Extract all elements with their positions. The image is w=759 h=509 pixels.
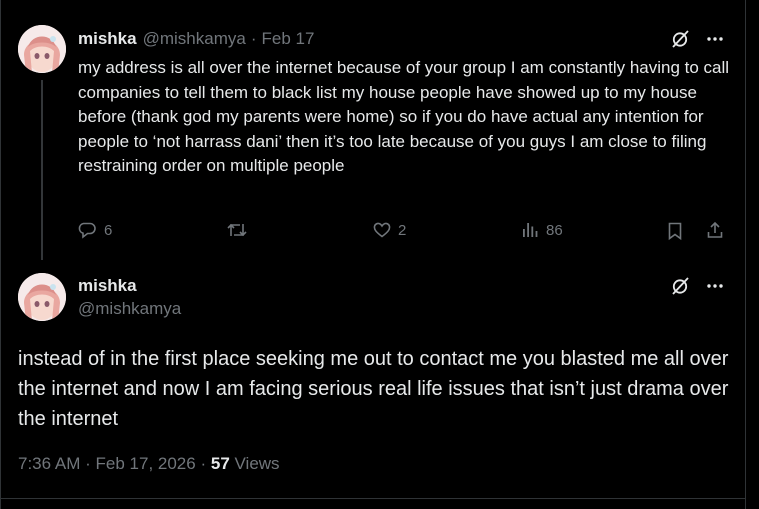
reply-icon: [78, 220, 98, 240]
views-label: Views: [234, 454, 280, 473]
like-count: 2: [398, 221, 407, 239]
avatar[interactable]: [18, 273, 66, 321]
reply-count: 6: [104, 221, 113, 239]
like-button[interactable]: 2: [372, 220, 406, 240]
more-icon[interactable]: [704, 28, 726, 50]
right-border: [745, 0, 746, 509]
left-border: [0, 0, 1, 509]
views-icon: [520, 220, 540, 240]
tweet-meta: 7:36 AM · Feb 17, 2026 · 57 Views: [18, 454, 280, 474]
display-name[interactable]: mishka: [78, 29, 137, 49]
handle[interactable]: @mishkamya: [78, 299, 181, 319]
share-icon[interactable]: [705, 220, 725, 240]
reply-button[interactable]: 6: [78, 220, 112, 240]
tweet-date[interactable]: Feb 17: [262, 29, 315, 49]
grok-icon[interactable]: [669, 275, 691, 297]
like-icon: [372, 220, 392, 240]
avatar-image: [18, 25, 66, 73]
avatar-image: [18, 273, 66, 321]
tweet2-text: instead of in the first place seeking me…: [18, 348, 729, 430]
tweet-time[interactable]: 7:36 AM: [18, 454, 80, 473]
views-total: 57: [210, 454, 230, 473]
bookmark-icon[interactable]: [666, 221, 684, 241]
grok-icon[interactable]: [669, 28, 691, 50]
tweet1-header: mishka @mishkamya · Feb 17: [78, 28, 314, 50]
separator: ·: [200, 454, 207, 473]
views-count: 86: [546, 221, 563, 239]
tweet-full-date[interactable]: Feb 17, 2026: [96, 454, 196, 473]
separator: ·: [250, 29, 257, 48]
separator: ·: [85, 454, 91, 473]
more-icon[interactable]: [704, 275, 726, 297]
tweet2-header: mishka @mishkamya: [78, 276, 181, 319]
repost-button[interactable]: [226, 220, 254, 240]
thread-line: [41, 80, 43, 260]
tweet1-text: my address is all over the internet beca…: [78, 58, 730, 175]
repost-icon: [226, 220, 248, 240]
handle[interactable]: @mishkamya: [143, 29, 246, 49]
divider: [0, 498, 745, 499]
views-button[interactable]: 86: [520, 220, 563, 240]
display-name[interactable]: mishka: [78, 276, 181, 296]
avatar[interactable]: [18, 25, 66, 73]
